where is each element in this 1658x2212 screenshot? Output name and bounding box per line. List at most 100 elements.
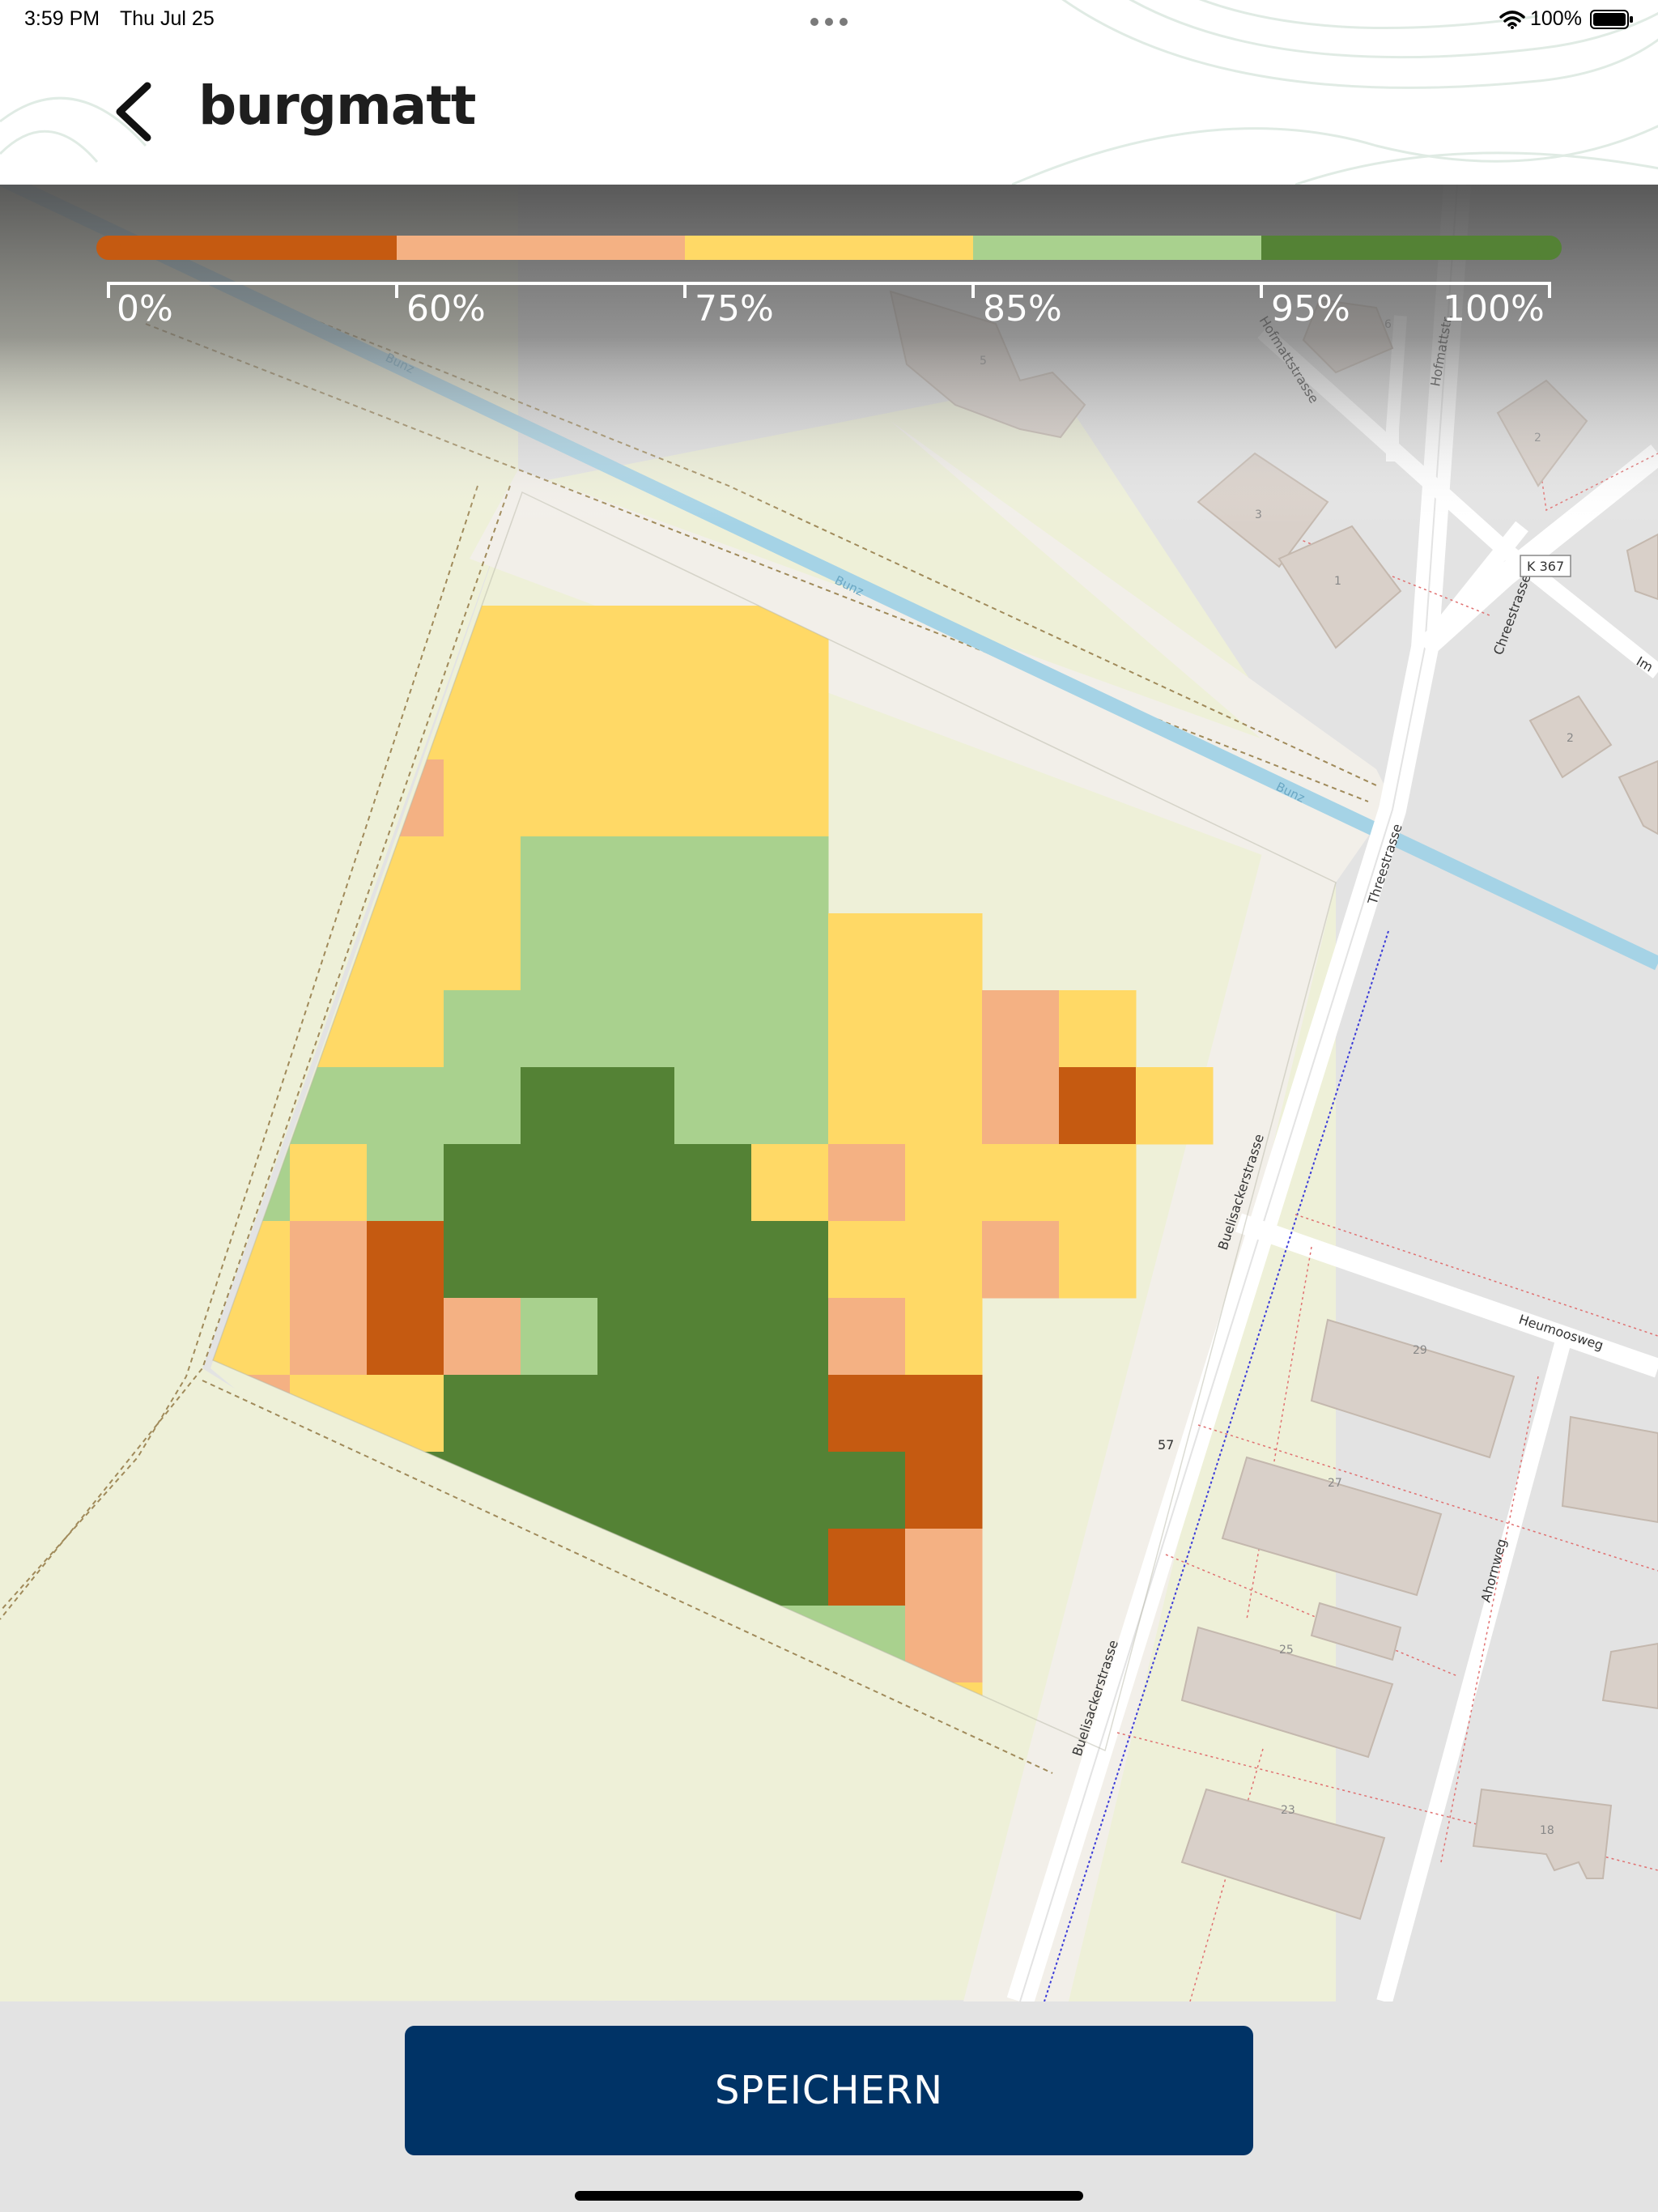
heatmap-cell[interactable] [751, 1452, 829, 1529]
heatmap-cell[interactable] [367, 913, 444, 991]
heatmap-cell[interactable] [367, 990, 444, 1068]
heatmap-cell[interactable] [1059, 1221, 1137, 1299]
map-canvas[interactable]: 5 6 3 1 2 2 29 27 25 23 18 Hofmattstrass… [0, 185, 1658, 2001]
map-view[interactable]: 5 6 3 1 2 2 29 27 25 23 18 Hofmattstrass… [0, 185, 1658, 2001]
heatmap-cell[interactable] [828, 990, 906, 1068]
heatmap-cell[interactable] [674, 683, 752, 760]
heatmap-cell[interactable] [521, 759, 598, 837]
heatmap-cell[interactable] [597, 1221, 675, 1299]
heatmap-cell[interactable] [905, 1452, 983, 1529]
heatmap-cell[interactable] [444, 1067, 521, 1145]
home-indicator[interactable] [575, 2191, 1083, 2201]
heatmap-cell[interactable] [674, 759, 752, 837]
heatmap-cell[interactable] [597, 759, 675, 837]
heatmap-cell[interactable] [905, 1144, 983, 1222]
heatmap-cell[interactable] [597, 1375, 675, 1453]
heatmap-cell[interactable] [521, 913, 598, 991]
house-number: 3 [1255, 508, 1262, 521]
heatmap-cell[interactable] [751, 759, 829, 837]
heatmap-cell[interactable] [982, 1144, 1060, 1222]
heatmap-cell[interactable] [828, 1298, 906, 1376]
heatmap-cell[interactable] [751, 1375, 829, 1453]
heatmap-cell[interactable] [521, 836, 598, 914]
heatmap-cell[interactable] [828, 913, 906, 991]
heatmap-cell[interactable] [828, 1375, 906, 1453]
heatmap-cell[interactable] [444, 759, 521, 837]
heatmap-cell[interactable] [751, 990, 829, 1068]
heatmap-cell[interactable] [597, 606, 675, 683]
heatmap-cell[interactable] [905, 990, 983, 1068]
heatmap-cell[interactable] [444, 1298, 521, 1376]
heatmap-cell[interactable] [1059, 1144, 1137, 1222]
heatmap-cell[interactable] [444, 1375, 521, 1453]
heatmap-cell[interactable] [521, 1221, 598, 1299]
heatmap-cell[interactable] [444, 1221, 521, 1299]
save-button[interactable]: SPEICHERN [405, 2026, 1253, 2155]
heatmap-cell[interactable] [674, 1375, 752, 1453]
heatmap-cell[interactable] [828, 1144, 906, 1222]
heatmap-cell[interactable] [905, 1375, 983, 1453]
heatmap-cell[interactable] [521, 1067, 598, 1145]
heatmap-cell[interactable] [751, 1529, 829, 1606]
heatmap-cell[interactable] [751, 836, 829, 914]
heatmap-cell[interactable] [905, 1067, 983, 1145]
heatmap-cell[interactable] [444, 913, 521, 991]
heatmap-cell[interactable] [444, 836, 521, 914]
heatmap-cell[interactable] [597, 1067, 675, 1145]
heatmap-cell[interactable] [290, 1144, 368, 1222]
heatmap-cell[interactable] [674, 1067, 752, 1145]
heatmap-cell[interactable] [982, 990, 1060, 1068]
heatmap-cell[interactable] [597, 990, 675, 1068]
heatmap-cell[interactable] [674, 1452, 752, 1529]
heatmap-cell[interactable] [521, 990, 598, 1068]
heatmap-cell[interactable] [290, 1221, 368, 1299]
heatmap-cell[interactable] [751, 1221, 829, 1299]
heatmap-cell[interactable] [597, 1144, 675, 1222]
heatmap-cell[interactable] [597, 1298, 675, 1376]
heatmap-cell[interactable] [444, 990, 521, 1068]
heatmap-cell[interactable] [1136, 1067, 1214, 1145]
heatmap-cell[interactable] [1059, 990, 1137, 1068]
heatmap-cell[interactable] [674, 606, 752, 683]
heatmap-cell[interactable] [290, 1298, 368, 1376]
heatmap-cell[interactable] [521, 683, 598, 760]
heatmap-cell[interactable] [597, 913, 675, 991]
heatmap-cell[interactable] [674, 1144, 752, 1222]
heatmap-cell[interactable] [751, 683, 829, 760]
heatmap-cell[interactable] [521, 1298, 598, 1376]
heatmap-cell[interactable] [674, 913, 752, 991]
heatmap-cell[interactable] [521, 606, 598, 683]
heatmap-cell[interactable] [674, 990, 752, 1068]
heatmap-cell[interactable] [597, 836, 675, 914]
heatmap-cell[interactable] [828, 1452, 906, 1529]
heatmap-cell[interactable] [597, 1452, 675, 1529]
heatmap-cell[interactable] [367, 1298, 444, 1376]
heatmap-cell[interactable] [982, 1221, 1060, 1299]
heatmap-cell[interactable] [674, 836, 752, 914]
heatmap-cell[interactable] [674, 1298, 752, 1376]
heatmap-cell[interactable] [828, 1529, 906, 1606]
heatmap-cell[interactable] [367, 1144, 444, 1222]
heatmap-cell[interactable] [444, 683, 521, 760]
heatmap-cell[interactable] [597, 683, 675, 760]
heatmap-cell[interactable] [905, 913, 983, 991]
heatmap-cell[interactable] [982, 1067, 1060, 1145]
multitasking-dots-icon[interactable] [810, 15, 848, 26]
heatmap-cell[interactable] [444, 1144, 521, 1222]
heatmap-cell[interactable] [905, 1298, 983, 1376]
heatmap-cell[interactable] [751, 1144, 829, 1222]
heatmap-cell[interactable] [905, 1529, 983, 1606]
heatmap-cell[interactable] [1059, 1067, 1137, 1145]
heatmap-cell[interactable] [367, 1067, 444, 1145]
heatmap-cell[interactable] [521, 1375, 598, 1453]
heatmap-cell[interactable] [751, 913, 829, 991]
heatmap-cell[interactable] [751, 1067, 829, 1145]
heatmap-cell[interactable] [828, 1067, 906, 1145]
heatmap-cell[interactable] [367, 1221, 444, 1299]
heatmap-cell[interactable] [905, 1221, 983, 1299]
heatmap-cell[interactable] [751, 1298, 829, 1376]
back-button[interactable] [105, 79, 162, 144]
heatmap-cell[interactable] [828, 1221, 906, 1299]
heatmap-cell[interactable] [521, 1144, 598, 1222]
heatmap-cell[interactable] [674, 1221, 752, 1299]
